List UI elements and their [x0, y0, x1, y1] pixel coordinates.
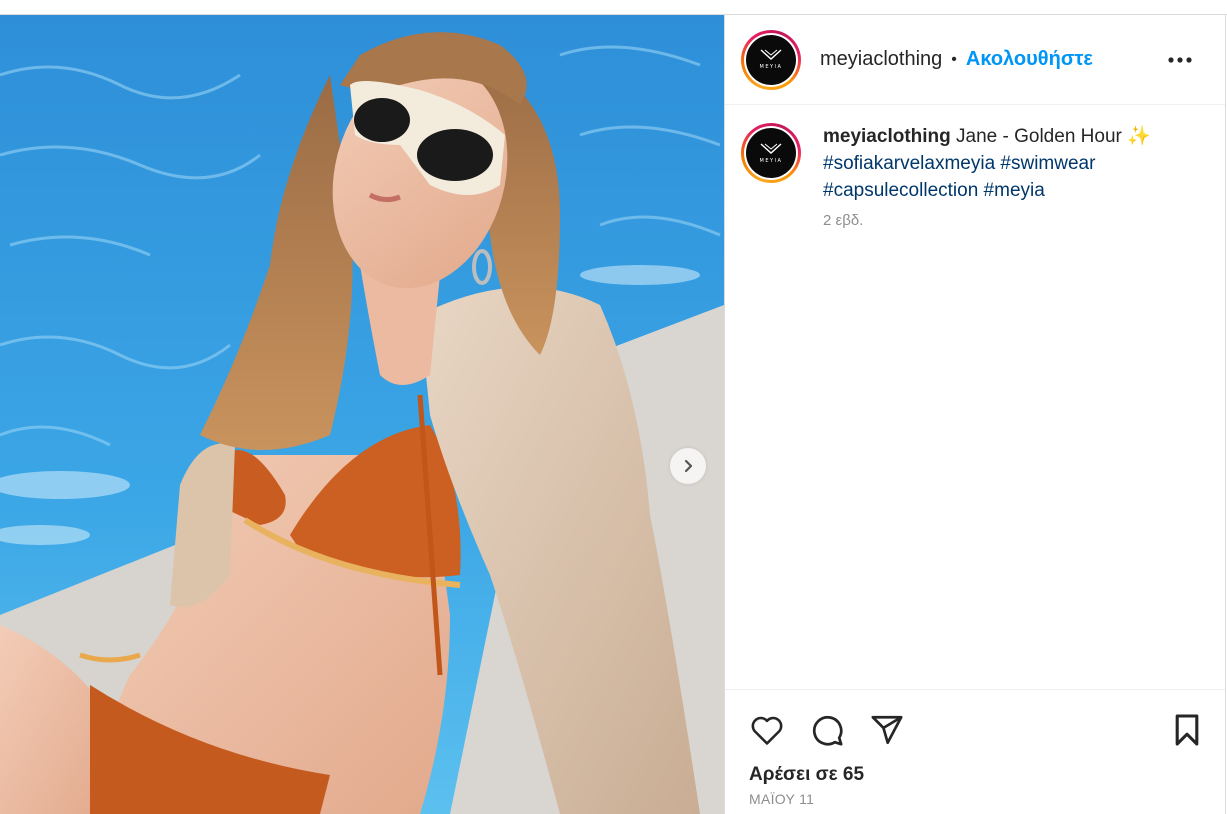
separator-dot: •	[951, 50, 957, 68]
post-header: MEYIA meyiaclothing • Ακολουθήστε	[725, 15, 1225, 105]
hashtag-link[interactable]: #capsulecollection	[823, 180, 978, 201]
logo-text: MEYIA	[759, 64, 783, 70]
share-button[interactable]	[867, 710, 907, 750]
hashtag-link[interactable]: #sofiakarvelaxmeyia	[823, 153, 995, 174]
follow-button[interactable]: Ακολουθήστε	[966, 48, 1093, 71]
logo-text: MEYIA	[759, 157, 783, 164]
caption-body: Jane - Golden Hour ✨	[956, 126, 1151, 147]
more-options-icon	[1168, 57, 1192, 63]
send-icon	[871, 715, 903, 745]
post-side-panel: MEYIA meyiaclothing • Ακολουθήστε MEYIA …	[724, 15, 1226, 814]
like-button[interactable]	[747, 710, 787, 750]
chevron-right-icon	[684, 459, 693, 473]
caption-text: meyiaclothing Jane - Golden Hour ✨ #sofi…	[823, 123, 1203, 229]
like-count[interactable]: Αρέσει σε 65	[749, 764, 864, 786]
save-button[interactable]	[1167, 710, 1207, 750]
hashtag-link[interactable]: #swimwear	[1000, 153, 1095, 174]
avatar[interactable]: MEYIA	[741, 29, 801, 90]
hashtag-link[interactable]: #meyia	[984, 180, 1045, 201]
caption-time[interactable]: 2 εβδ.	[823, 212, 1203, 229]
swimwear-model-photo	[0, 15, 724, 814]
caption-username[interactable]: meyiaclothing	[823, 126, 951, 147]
instagram-post: MEYIA meyiaclothing • Ακολουθήστε MEYIA …	[0, 14, 1227, 814]
comment-icon	[813, 716, 843, 746]
post-actions-area: Αρέσει σε 65 ΜΑΪΟΥ 11	[725, 689, 1225, 814]
brand-logo: MEYIA	[746, 34, 796, 85]
caption-avatar[interactable]: MEYIA	[741, 123, 801, 183]
brand-logo: MEYIA	[746, 128, 796, 178]
more-options-button[interactable]	[1165, 45, 1195, 75]
post-caption: MEYIA meyiaclothing Jane - Golden Hour ✨…	[741, 123, 1205, 229]
bookmark-icon	[1175, 714, 1199, 746]
heart-icon	[751, 716, 783, 745]
action-bar	[747, 710, 1207, 750]
next-image-button[interactable]	[670, 448, 706, 484]
comment-button[interactable]	[807, 710, 847, 750]
post-date[interactable]: ΜΑΪΟΥ 11	[749, 791, 814, 807]
post-photo[interactable]	[0, 15, 724, 814]
header-username[interactable]: meyiaclothing	[820, 48, 942, 71]
meyia-logo-icon	[760, 142, 782, 154]
meyia-logo-icon	[760, 49, 782, 60]
